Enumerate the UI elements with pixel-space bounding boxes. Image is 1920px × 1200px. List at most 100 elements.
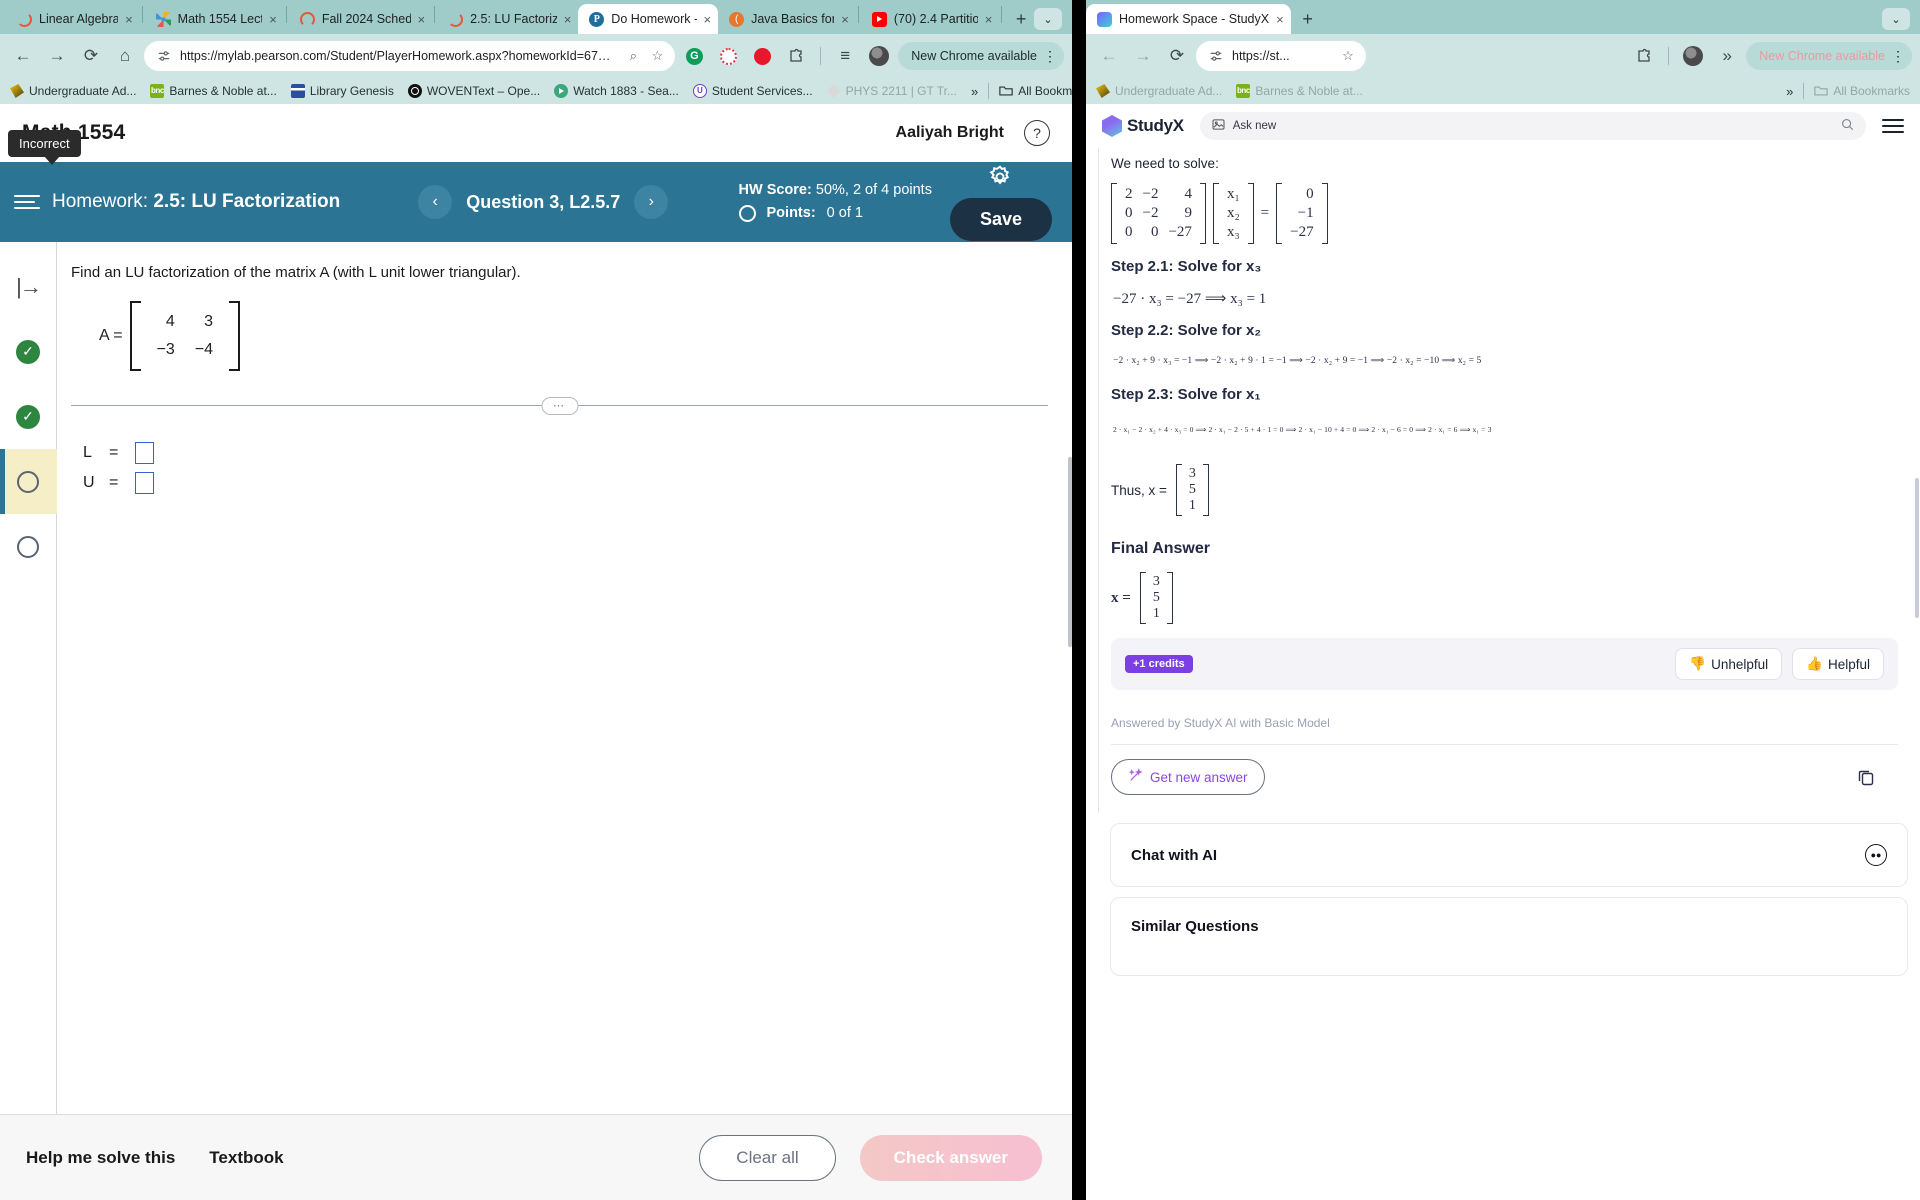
back-icon[interactable]: ← [8,41,38,71]
address-bar[interactable]: https://st... ☆ [1196,41,1366,71]
pearson-ring-icon [299,11,315,27]
home-icon[interactable]: ⌂ [110,41,140,71]
get-new-answer-button[interactable]: Get new answer [1111,759,1265,795]
tab-close-icon[interactable]: × [418,13,426,26]
bookmarks-overflow-icon[interactable]: » [1786,84,1793,99]
puzzle-icon[interactable] [1629,41,1659,71]
bookmark-item[interactable]: Watch 1883 - Sea... [554,84,679,98]
bookmark-item[interactable]: Undergraduate Ad... [10,84,136,98]
all-bookmarks-button[interactable]: All Bookmarks [999,84,1072,98]
clear-all-button[interactable]: Clear all [699,1134,836,1181]
bookmark-item[interactable]: Library Genesis [290,84,394,98]
tab-close-icon[interactable]: × [985,13,993,26]
grammarly-icon[interactable]: G [679,41,709,71]
rail-item-question-3[interactable] [0,449,57,514]
gear-icon[interactable] [987,164,1015,192]
help-me-solve-this-link[interactable]: Help me solve this [26,1148,175,1168]
tab-close-icon[interactable]: × [269,13,277,26]
studyx-logo[interactable]: StudyX [1102,115,1184,137]
browser-menu-icon[interactable]: ⋮ [1043,49,1057,63]
chat-with-ai-panel[interactable]: Chat with AI ●● [1110,823,1908,887]
forward-icon[interactable]: → [42,41,72,71]
help-icon[interactable]: ? [1024,120,1050,146]
all-bookmarks-button[interactable]: All Bookmarks [1814,84,1910,98]
tab-close-icon[interactable]: × [564,13,572,26]
intro-text: We need to solve: [1111,156,1219,171]
save-button[interactable]: Save [949,197,1052,241]
bookmark-item[interactable]: PHYS 2211 | GT Tr... [826,84,957,98]
prev-question-button[interactable]: ‹ [418,185,453,219]
avatar[interactable] [864,41,894,71]
tune-icon[interactable] [1208,48,1224,64]
browser-tab[interactable]: Math 1554 Lect × [145,4,284,34]
back-icon[interactable]: ← [1094,41,1124,71]
ask-new-search-bar[interactable]: Ask new [1199,112,1866,140]
bookmark-item[interactable]: bnc Barnes & Noble at... [150,84,277,98]
check-answer-button[interactable]: Check answer [859,1134,1042,1181]
new-tab-button[interactable]: + [1295,6,1321,32]
rail-item-question-1[interactable]: ✓ [0,319,57,384]
bookmark-item[interactable]: WOVENText – Ope... [407,84,540,98]
bc-icon[interactable] [713,41,743,71]
rail-item-question-4[interactable] [0,514,57,579]
bookmarks-overflow-icon[interactable]: » [971,84,978,99]
colorful-star-icon [155,11,171,27]
hamburger-icon[interactable] [14,189,40,215]
chrome-update-button[interactable]: New Chrome available ⋮ [898,42,1064,70]
browser-tab-active[interactable]: P Do Homework - × [578,4,719,34]
avatar[interactable] [1678,41,1708,71]
reload-icon[interactable]: ⟳ [1162,41,1192,71]
browser-tab[interactable]: Fall 2024 Sched × [289,4,432,34]
reading-list-icon[interactable]: ≡ [830,41,860,71]
bookmark-item[interactable]: bnc Barnes & Noble at... [1236,84,1363,98]
tab-close-icon[interactable]: × [841,13,849,26]
user-name[interactable]: Aaliyah Bright [896,124,1004,142]
next-question-button[interactable]: › [634,185,669,219]
reload-icon[interactable]: ⟳ [76,41,106,71]
bot-icon[interactable]: ●● [1865,844,1887,866]
bookmark-star-icon[interactable]: ☆ [649,48,665,64]
bookmark-item[interactable]: Undergraduate Ad... [1096,84,1222,98]
forward-icon[interactable]: → [1128,41,1158,71]
toolbar-overflow-icon[interactable]: » [1712,41,1742,71]
opera-icon[interactable] [747,41,777,71]
similar-questions-panel[interactable]: Similar Questions [1110,897,1908,976]
zoom-icon[interactable]: ⌕ [625,48,641,64]
new-tab-button[interactable]: + [1008,6,1034,32]
answer-input-l[interactable] [135,442,154,464]
helpful-button[interactable]: 👍 Helpful [1792,648,1884,680]
image-icon[interactable] [1212,119,1225,133]
studyx-scrollbar[interactable] [1915,478,1919,618]
answer-input-u[interactable] [135,472,154,494]
final-answer-title: Final Answer [1111,540,1210,557]
puzzle-icon[interactable] [781,41,811,71]
tune-icon[interactable] [156,48,172,64]
search-icon[interactable] [1841,118,1854,134]
tab-close-icon[interactable]: × [1276,13,1284,26]
chrome-update-button[interactable]: New Chrome available ⋮ [1746,42,1912,70]
browser-tab[interactable]: ( Java Basics for × [718,4,856,34]
copy-icon[interactable] [1856,767,1876,787]
rail-item-question-2[interactable]: ✓ [0,384,57,449]
tab-close-icon[interactable]: × [704,13,712,26]
content-scrollbar[interactable] [1068,457,1072,647]
bookmark-item[interactable]: U Student Services... [692,84,813,98]
unhelpful-button[interactable]: 👎 Unhelpful [1675,648,1783,680]
similar-questions-title: Similar Questions [1131,918,1259,935]
browser-tab[interactable]: Linear Algebra × [6,4,140,34]
bookmark-star-icon[interactable]: ☆ [1340,48,1356,64]
hamburger-icon[interactable] [1882,118,1904,134]
divider-dots-icon[interactable]: ⋯ [541,397,578,415]
browser-tab[interactable]: 2.5: LU Factoriz × [437,4,578,34]
browser-menu-icon[interactable]: ⋮ [1891,49,1905,63]
textbook-link[interactable]: Textbook [209,1148,283,1168]
address-bar[interactable]: https://mylab.pearson.com/Student/Player… [144,41,676,71]
studyx-answer-scroll[interactable]: We need to solve: 2 −2 4 0 −2 9 0 0 −27 … [1086,148,1920,1200]
pearson-topbar: Math 1554 Aaliyah Bright ? [0,104,1072,162]
tab-search-chevron-down-icon[interactable]: ⌄ [1882,8,1910,30]
tab-close-icon[interactable]: × [125,13,133,26]
tab-search-chevron-down-icon[interactable]: ⌄ [1034,8,1062,30]
browser-tab[interactable]: (70) 2.4 Partitio × [861,4,999,34]
browser-tab-active[interactable]: Homework Space - StudyX × [1086,4,1291,34]
next-question-arrow-icon[interactable]: |→ [0,254,57,319]
